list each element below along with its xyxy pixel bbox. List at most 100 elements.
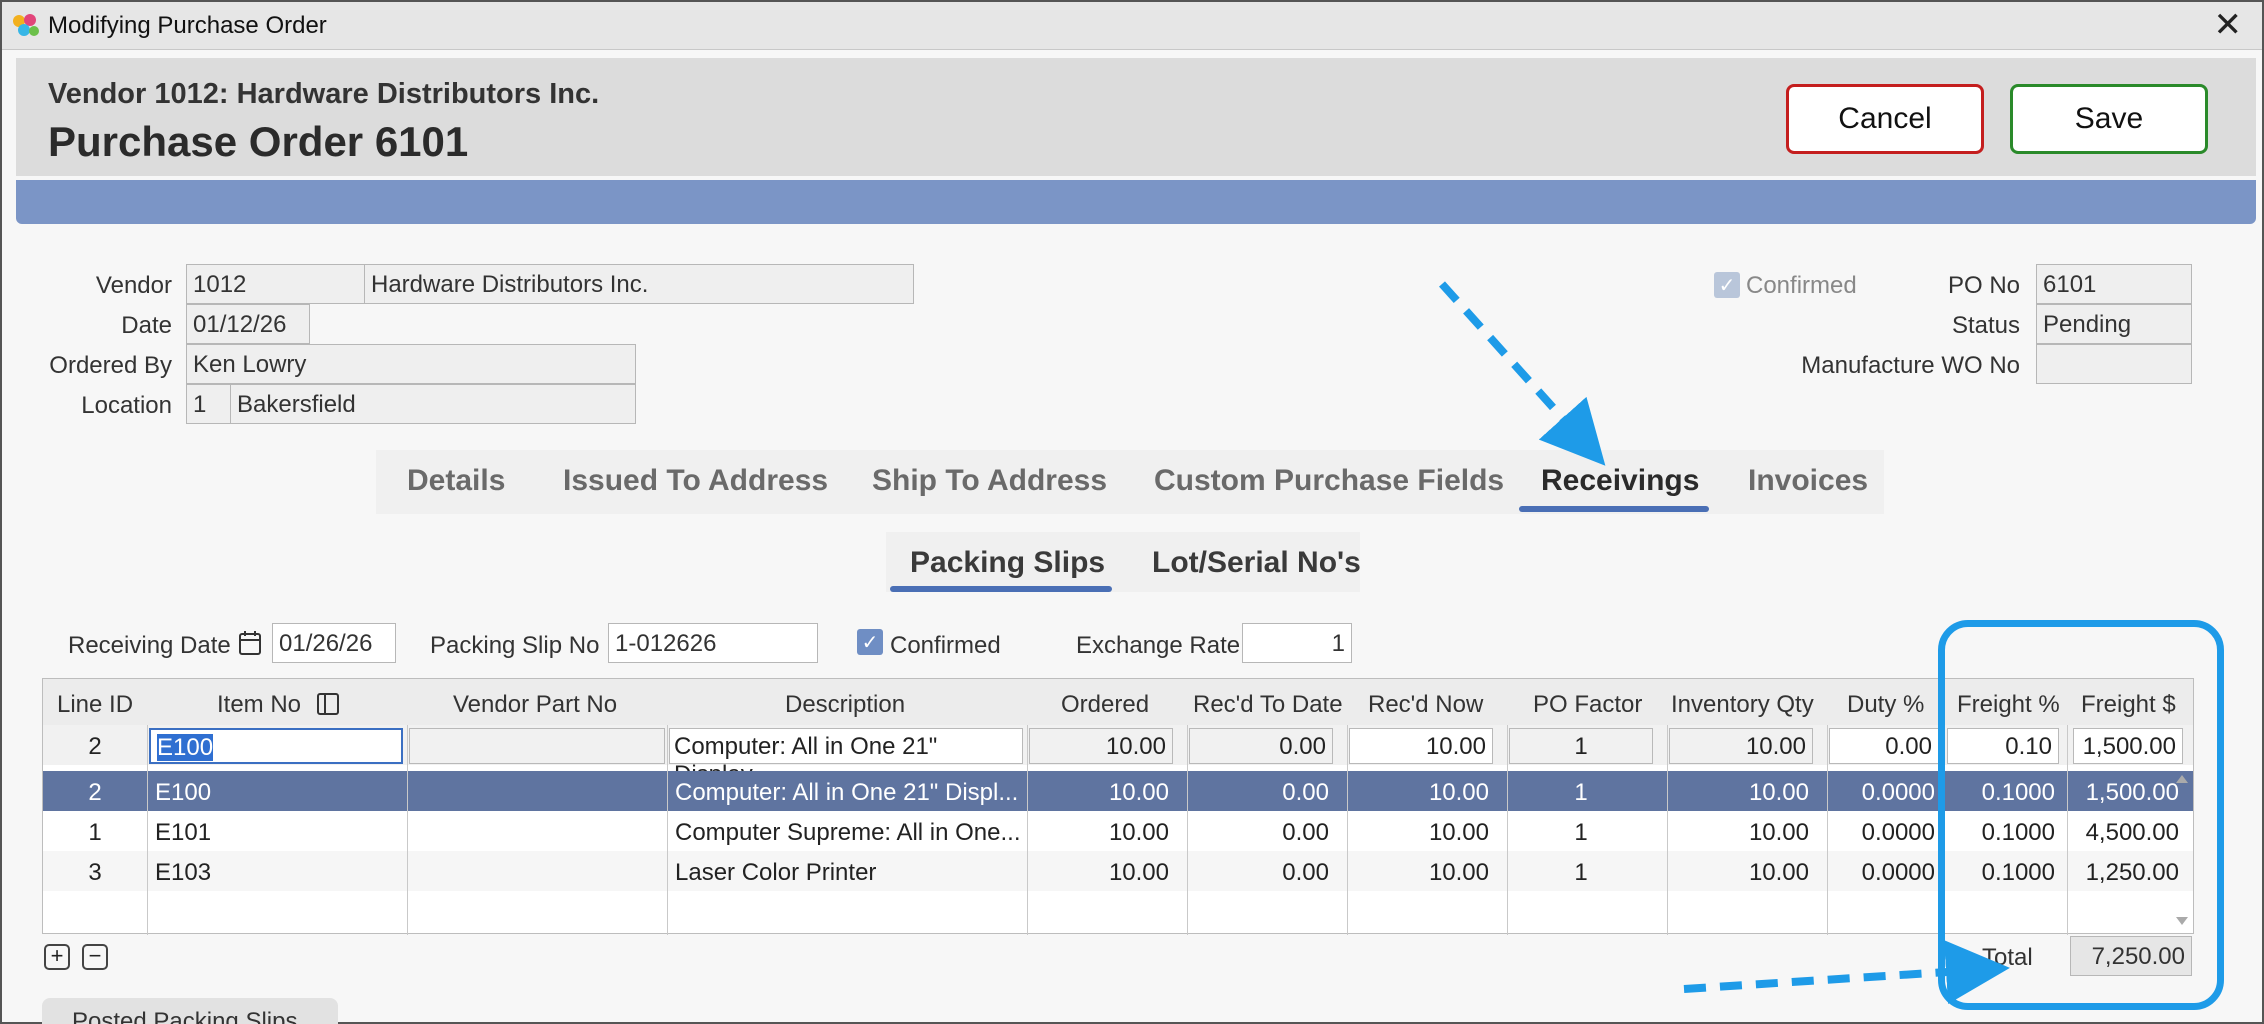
status-label: Status bbox=[1951, 312, 2020, 339]
edit-recd-to-date-input[interactable]: 0.00 bbox=[1189, 728, 1333, 764]
active-tab-indicator bbox=[1519, 506, 1709, 512]
tab-ship-to-address[interactable]: Ship To Address bbox=[872, 464, 1107, 498]
edit-recd-now-input[interactable]: 10.00 bbox=[1349, 728, 1493, 764]
calendar-icon[interactable] bbox=[238, 630, 262, 656]
manufacture-wo-label: Manufacture WO No bbox=[1801, 352, 2020, 379]
tab-issued-to-address[interactable]: Issued To Address bbox=[563, 464, 828, 498]
cell-inventory-qty: 10.00 bbox=[1748, 779, 1809, 806]
cell-recd-now: 10.00 bbox=[1428, 779, 1489, 806]
cancel-button[interactable]: Cancel bbox=[1786, 84, 1984, 154]
col-recd-to-date[interactable]: Rec'd To Date bbox=[1193, 691, 1343, 719]
cell-ordered: 10.00 bbox=[1108, 819, 1169, 846]
accent-bar bbox=[16, 180, 2256, 224]
col-vendor-part-no[interactable]: Vendor Part No bbox=[453, 691, 617, 719]
edit-po-factor-input[interactable]: 1 bbox=[1509, 728, 1653, 764]
edit-description-input[interactable]: Computer: All in One 21" Display bbox=[669, 728, 1023, 788]
cell-vendor-part-no bbox=[409, 811, 665, 851]
edit-inventory-qty-input[interactable]: 10.00 bbox=[1669, 728, 1813, 764]
cell-duty-pct: 0.0000 bbox=[1861, 819, 1935, 846]
cell-ordered: 10.00 bbox=[1108, 859, 1169, 886]
col-po-factor[interactable]: PO Factor bbox=[1533, 691, 1642, 719]
cell-duty-pct: 0.0000 bbox=[1861, 779, 1935, 806]
po-no-field[interactable]: 6101 bbox=[2036, 264, 2192, 304]
cell-inventory-qty: 10.00 bbox=[1748, 859, 1809, 886]
cell-recd-now: 10.00 bbox=[1428, 859, 1489, 886]
column-divider bbox=[1347, 725, 1348, 935]
packing-slip-field[interactable]: 1-012626 bbox=[608, 623, 818, 663]
receiving-date-label: Receiving Date bbox=[68, 632, 231, 659]
col-item-no[interactable]: Item No bbox=[217, 691, 301, 719]
close-icon[interactable]: ✕ bbox=[2214, 8, 2243, 42]
column-divider bbox=[667, 725, 668, 935]
table-row[interactable]: 1 E101 Computer Supreme: All in One... 1… bbox=[43, 811, 2193, 851]
window-title: Modifying Purchase Order bbox=[48, 12, 327, 39]
table-row[interactable]: 3 E103 Laser Color Printer 10.00 0.00 10… bbox=[43, 851, 2193, 891]
edit-item-no-text: E100 bbox=[157, 734, 214, 761]
annotation-highlight-box bbox=[1938, 620, 2224, 1010]
add-row-icon[interactable]: + bbox=[44, 944, 70, 970]
cell-item-no: E103 bbox=[155, 859, 212, 886]
grid-header: Line ID Item No Vendor Part No Descripti… bbox=[43, 679, 2193, 725]
col-inventory-qty[interactable]: Inventory Qty bbox=[1671, 691, 1814, 719]
cell-description: Computer: All in One 21" Displ... bbox=[675, 779, 1019, 806]
column-chooser-icon[interactable] bbox=[317, 693, 339, 715]
date-field[interactable]: 01/12/26 bbox=[186, 304, 310, 344]
edit-duty-input[interactable]: 0.00 bbox=[1829, 728, 1939, 764]
confirmed-checkbox[interactable]: ✓ bbox=[857, 629, 883, 655]
confirmed-checkbox-disabled: ✓ bbox=[1714, 272, 1740, 298]
grid-edit-row[interactable]: 2 E100 Computer: All in One 21" Display … bbox=[43, 725, 2193, 788]
arrow-to-total bbox=[1683, 940, 2010, 1004]
vendor-code-field[interactable]: 1012 bbox=[186, 264, 366, 304]
remove-row-icon[interactable]: − bbox=[82, 944, 108, 970]
col-recd-now[interactable]: Rec'd Now bbox=[1368, 691, 1483, 719]
cell-description: Laser Color Printer bbox=[675, 859, 877, 886]
po-confirmed-label: Confirmed bbox=[1746, 272, 1857, 299]
cell-line-id: 2 bbox=[88, 779, 102, 806]
date-label: Date bbox=[121, 312, 172, 339]
subtab-packing-slips[interactable]: Packing Slips bbox=[910, 546, 1105, 580]
page-title: Purchase Order 6101 bbox=[48, 118, 469, 165]
posted-packing-slips-button[interactable]: Posted Packing Slips bbox=[42, 998, 338, 1024]
receiving-date-field[interactable]: 01/26/26 bbox=[272, 623, 396, 663]
cell-po-factor: 1 bbox=[1574, 819, 1588, 846]
edit-ordered-input[interactable]: 10.00 bbox=[1029, 728, 1173, 764]
cell-inventory-qty: 10.00 bbox=[1748, 819, 1809, 846]
col-line-id[interactable]: Line ID bbox=[57, 691, 133, 719]
arrow-to-receivings-tab bbox=[1439, 281, 1606, 466]
col-duty-pct[interactable]: Duty % bbox=[1847, 691, 1924, 719]
app-logo-icon bbox=[13, 14, 39, 36]
location-code-field[interactable]: 1 bbox=[186, 384, 232, 424]
col-description[interactable]: Description bbox=[785, 691, 905, 719]
save-button[interactable]: Save bbox=[2010, 84, 2208, 154]
exchange-rate-label: Exchange Rate bbox=[1076, 632, 1241, 659]
location-name-field[interactable]: Bakersfield bbox=[230, 384, 636, 424]
edit-item-no-input[interactable]: E100 bbox=[149, 728, 403, 764]
po-header: Vendor 1012: Hardware Distributors Inc. … bbox=[16, 58, 2256, 176]
tab-receivings[interactable]: Receivings bbox=[1541, 464, 1699, 498]
tab-custom-purchase-fields[interactable]: Custom Purchase Fields bbox=[1154, 464, 1504, 498]
column-divider bbox=[407, 725, 408, 935]
title-bar: Modifying Purchase Order ✕ bbox=[2, 2, 2262, 50]
subtab-lot-serial[interactable]: Lot/Serial No's bbox=[1152, 546, 1361, 580]
cell-recd-now: 10.00 bbox=[1428, 819, 1489, 846]
vendor-label: Vendor bbox=[95, 272, 172, 299]
cell-ordered: 10.00 bbox=[1108, 779, 1169, 806]
vendor-name-field[interactable]: Hardware Distributors Inc. bbox=[364, 264, 914, 304]
purchase-order-window: Modifying Purchase Order ✕ Vendor 1012: … bbox=[0, 0, 2264, 1024]
cell-item-no: E101 bbox=[155, 819, 212, 846]
table-row[interactable]: 2 E100 Computer: All in One 21" Displ...… bbox=[43, 771, 2193, 811]
tab-invoices[interactable]: Invoices bbox=[1748, 464, 1868, 498]
edit-vendor-part-input[interactable] bbox=[409, 728, 665, 764]
manufacture-wo-field[interactable] bbox=[2036, 344, 2192, 384]
packing-slip-label: Packing Slip No bbox=[430, 632, 600, 659]
cell-po-factor: 1 bbox=[1574, 779, 1588, 806]
status-field[interactable]: Pending bbox=[2036, 304, 2192, 344]
tab-details[interactable]: Details bbox=[407, 464, 505, 498]
exchange-rate-field[interactable]: 1 bbox=[1242, 623, 1352, 663]
column-divider bbox=[1667, 725, 1668, 935]
cell-line-id: 3 bbox=[88, 859, 102, 886]
column-divider bbox=[1507, 725, 1508, 935]
receiving-lines-grid: Line ID Item No Vendor Part No Descripti… bbox=[42, 678, 2194, 935]
ordered-by-field[interactable]: Ken Lowry bbox=[186, 344, 636, 384]
col-ordered[interactable]: Ordered bbox=[1061, 691, 1149, 719]
